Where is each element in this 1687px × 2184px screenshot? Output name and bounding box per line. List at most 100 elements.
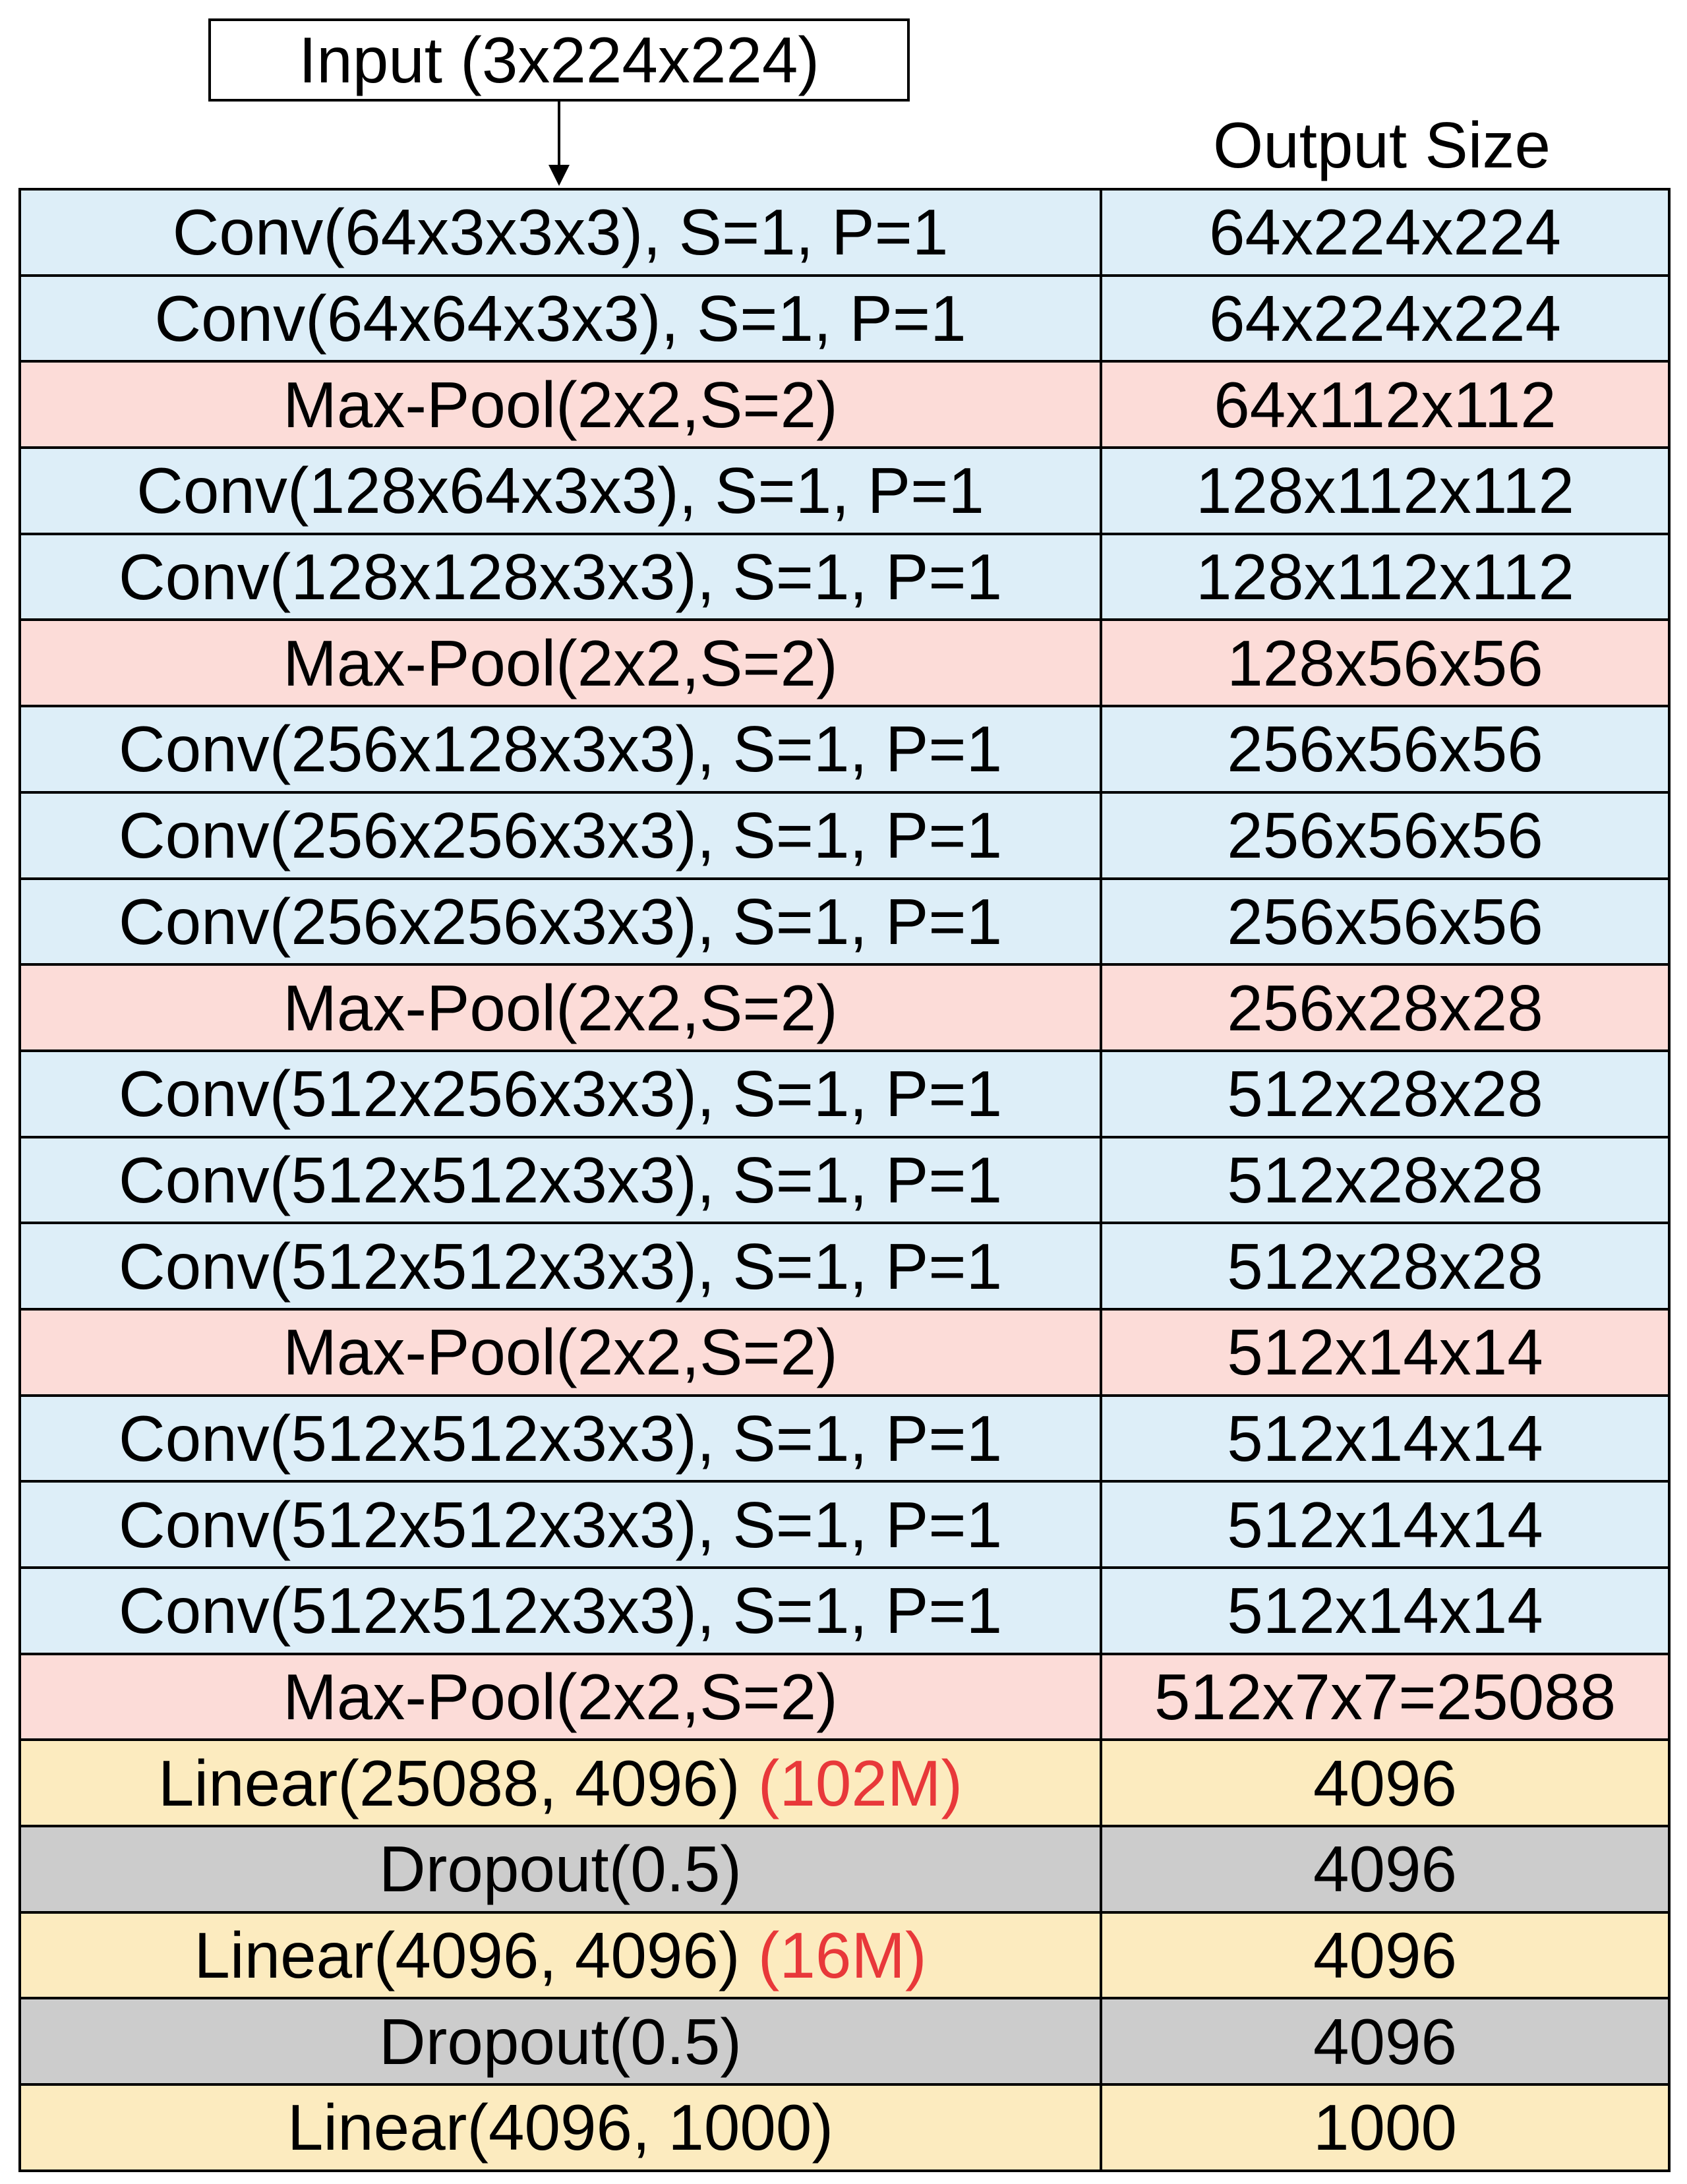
- layer-row-linear: Linear(4096, 4096) (16M) 4096: [18, 1910, 1671, 2000]
- output-size-value: 4096: [1313, 1919, 1457, 1992]
- output-size-value: 4096: [1313, 1833, 1457, 1906]
- output-size-cell: 256x56x56: [1100, 877, 1671, 966]
- layer-cell: Linear(25088, 4096) (102M): [18, 1738, 1102, 1828]
- layer-label: Conv(512x512x3x3), S=1, P=1: [118, 1574, 1003, 1647]
- output-size-value: 512x14x14: [1227, 1402, 1543, 1475]
- layer-label: Max-Pool(2x2,S=2): [283, 626, 838, 699]
- layer-row-conv: Conv(64x64x3x3), S=1, P=1 64x224x224: [18, 274, 1671, 363]
- output-size-cell: 4096: [1100, 1997, 1671, 2086]
- input-label: Input (3x224x224): [299, 24, 819, 96]
- output-size-cell: 512x14x14: [1100, 1307, 1671, 1397]
- output-size-cell: 128x112x112: [1100, 532, 1671, 622]
- output-size-value: 4096: [1313, 1746, 1457, 1819]
- layer-cell: Conv(512x512x3x3), S=1, P=1: [18, 1480, 1102, 1569]
- layer-cell: Max-Pool(2x2,S=2): [18, 360, 1102, 450]
- layer-row-pool: Max-Pool(2x2,S=2) 256x28x28: [18, 963, 1671, 1052]
- layer-cell: Conv(512x512x3x3), S=1, P=1: [18, 1394, 1102, 1483]
- layer-cell: Linear(4096, 1000): [18, 2083, 1102, 2172]
- layer-cell: Conv(128x64x3x3), S=1, P=1: [18, 446, 1102, 535]
- output-size-value: 64x224x224: [1208, 282, 1562, 355]
- layer-cell: Conv(512x512x3x3), S=1, P=1: [18, 1135, 1102, 1225]
- layer-cell: Conv(128x128x3x3), S=1, P=1: [18, 532, 1102, 622]
- layer-cell: Conv(256x256x3x3), S=1, P=1: [18, 790, 1102, 880]
- output-size-value: 1000: [1313, 2091, 1457, 2164]
- layer-label: Linear(4096, 1000): [287, 2091, 834, 2164]
- output-size-value: 256x56x56: [1227, 713, 1543, 786]
- down-arrow-icon: [548, 102, 570, 186]
- input-box: Input (3x224x224): [208, 18, 910, 102]
- layer-row-conv: Conv(512x512x3x3), S=1, P=1 512x14x14: [18, 1394, 1671, 1483]
- layer-label: Dropout(0.5): [378, 2005, 742, 2078]
- layer-row-conv: Conv(512x512x3x3), S=1, P=1 512x28x28: [18, 1222, 1671, 1311]
- output-size-cell: 64x224x224: [1100, 274, 1671, 363]
- output-size-cell: 512x14x14: [1100, 1394, 1671, 1483]
- layer-label: Linear(25088, 4096): [158, 1746, 740, 1819]
- layer-cell: Max-Pool(2x2,S=2): [18, 1652, 1102, 1742]
- output-size-cell: 256x56x56: [1100, 790, 1671, 880]
- output-size-cell: 512x14x14: [1100, 1566, 1671, 1655]
- output-size-cell: 64x224x224: [1100, 188, 1671, 277]
- layer-label: Conv(64x64x3x3), S=1, P=1: [154, 282, 966, 355]
- output-size-value: 128x56x56: [1227, 626, 1543, 699]
- layer-cell: Dropout(0.5): [18, 1825, 1102, 1914]
- layer-label: Conv(512x512x3x3), S=1, P=1: [118, 1143, 1003, 1216]
- output-size-cell: 512x14x14: [1100, 1480, 1671, 1569]
- layer-label: Max-Pool(2x2,S=2): [283, 1661, 838, 1734]
- output-size-header-label: Output Size: [1212, 109, 1551, 181]
- layer-label: Max-Pool(2x2,S=2): [283, 368, 838, 441]
- layer-label: Conv(128x128x3x3), S=1, P=1: [118, 541, 1003, 614]
- layer-rows: Conv(64x3x3x3), S=1, P=1 64x224x224 Conv(6…: [18, 188, 1671, 2172]
- layer-cell: Conv(64x64x3x3), S=1, P=1: [18, 274, 1102, 363]
- layer-row-pool: Max-Pool(2x2,S=2) 512x7x7=25088: [18, 1652, 1671, 1742]
- layer-label: Dropout(0.5): [378, 1833, 742, 1906]
- output-size-value: 512x14x14: [1227, 1316, 1543, 1389]
- output-size-cell: 128x56x56: [1100, 618, 1671, 708]
- layer-cell: Dropout(0.5): [18, 1997, 1102, 2086]
- layer-row-pool: Max-Pool(2x2,S=2) 128x56x56: [18, 618, 1671, 708]
- layer-cell: Max-Pool(2x2,S=2): [18, 618, 1102, 708]
- output-size-value: 256x56x56: [1227, 885, 1543, 958]
- output-size-value: 64x224x224: [1208, 196, 1562, 269]
- layer-row-conv: Conv(256x256x3x3), S=1, P=1 256x56x56: [18, 790, 1671, 880]
- layer-row-conv: Conv(256x128x3x3), S=1, P=1 256x56x56: [18, 705, 1671, 794]
- layer-row-dropout: Dropout(0.5) 4096: [18, 1825, 1671, 1914]
- output-size-cell: 512x28x28: [1100, 1049, 1671, 1138]
- layer-label: Max-Pool(2x2,S=2): [283, 971, 838, 1044]
- layer-row-conv: Conv(64x3x3x3), S=1, P=1 64x224x224: [18, 188, 1671, 277]
- output-size-cell: 256x28x28: [1100, 963, 1671, 1052]
- layer-row-conv: Conv(128x64x3x3), S=1, P=1 128x112x112: [18, 446, 1671, 535]
- output-size-value: 512x14x14: [1227, 1574, 1543, 1647]
- parameter-count: (16M): [757, 1919, 927, 1992]
- layer-label: Conv(256x128x3x3), S=1, P=1: [118, 713, 1003, 786]
- layer-row-pool: Max-Pool(2x2,S=2) 512x14x14: [18, 1307, 1671, 1397]
- layer-cell: Conv(256x256x3x3), S=1, P=1: [18, 877, 1102, 966]
- output-size-cell: 128x112x112: [1100, 446, 1671, 535]
- output-size-value: 4096: [1313, 2005, 1457, 2078]
- layer-label: Conv(256x256x3x3), S=1, P=1: [118, 799, 1003, 872]
- layer-row-conv: Conv(512x512x3x3), S=1, P=1 512x14x14: [18, 1566, 1671, 1655]
- output-size-value: 256x56x56: [1227, 799, 1543, 872]
- layer-row-pool: Max-Pool(2x2,S=2) 64x112x112: [18, 360, 1671, 450]
- layer-label: Conv(512x256x3x3), S=1, P=1: [118, 1057, 1003, 1131]
- output-size-value: 512x28x28: [1227, 1057, 1543, 1131]
- layer-label: Max-Pool(2x2,S=2): [283, 1316, 838, 1389]
- layer-label: Conv(64x3x3x3), S=1, P=1: [172, 196, 949, 269]
- output-size-cell: 256x56x56: [1100, 705, 1671, 794]
- output-size-cell: 64x112x112: [1100, 360, 1671, 450]
- output-size-value: 128x112x112: [1196, 454, 1574, 527]
- output-size-cell: 512x28x28: [1100, 1222, 1671, 1311]
- layer-label: Conv(512x512x3x3), S=1, P=1: [118, 1229, 1003, 1303]
- output-size-value: 64x112x112: [1214, 368, 1556, 441]
- layer-table: Conv(64x3x3x3), S=1, P=1 64x224x224 Conv(6…: [18, 188, 1671, 2172]
- layer-row-dropout: Dropout(0.5) 4096: [18, 1997, 1671, 2086]
- layer-cell: Max-Pool(2x2,S=2): [18, 963, 1102, 1052]
- layer-label: Conv(256x256x3x3), S=1, P=1: [118, 885, 1003, 958]
- output-size-value: 256x28x28: [1227, 971, 1543, 1044]
- layer-row-conv: Conv(512x256x3x3), S=1, P=1 512x28x28: [18, 1049, 1671, 1138]
- layer-label: Conv(128x64x3x3), S=1, P=1: [136, 454, 984, 527]
- layer-label: Linear(4096, 4096): [194, 1919, 740, 1992]
- layer-cell: Conv(256x128x3x3), S=1, P=1: [18, 705, 1102, 794]
- output-size-cell: 4096: [1100, 1738, 1671, 1828]
- layer-row-conv: Conv(512x512x3x3), S=1, P=1 512x14x14: [18, 1480, 1671, 1569]
- output-size-value: 512x28x28: [1227, 1229, 1543, 1303]
